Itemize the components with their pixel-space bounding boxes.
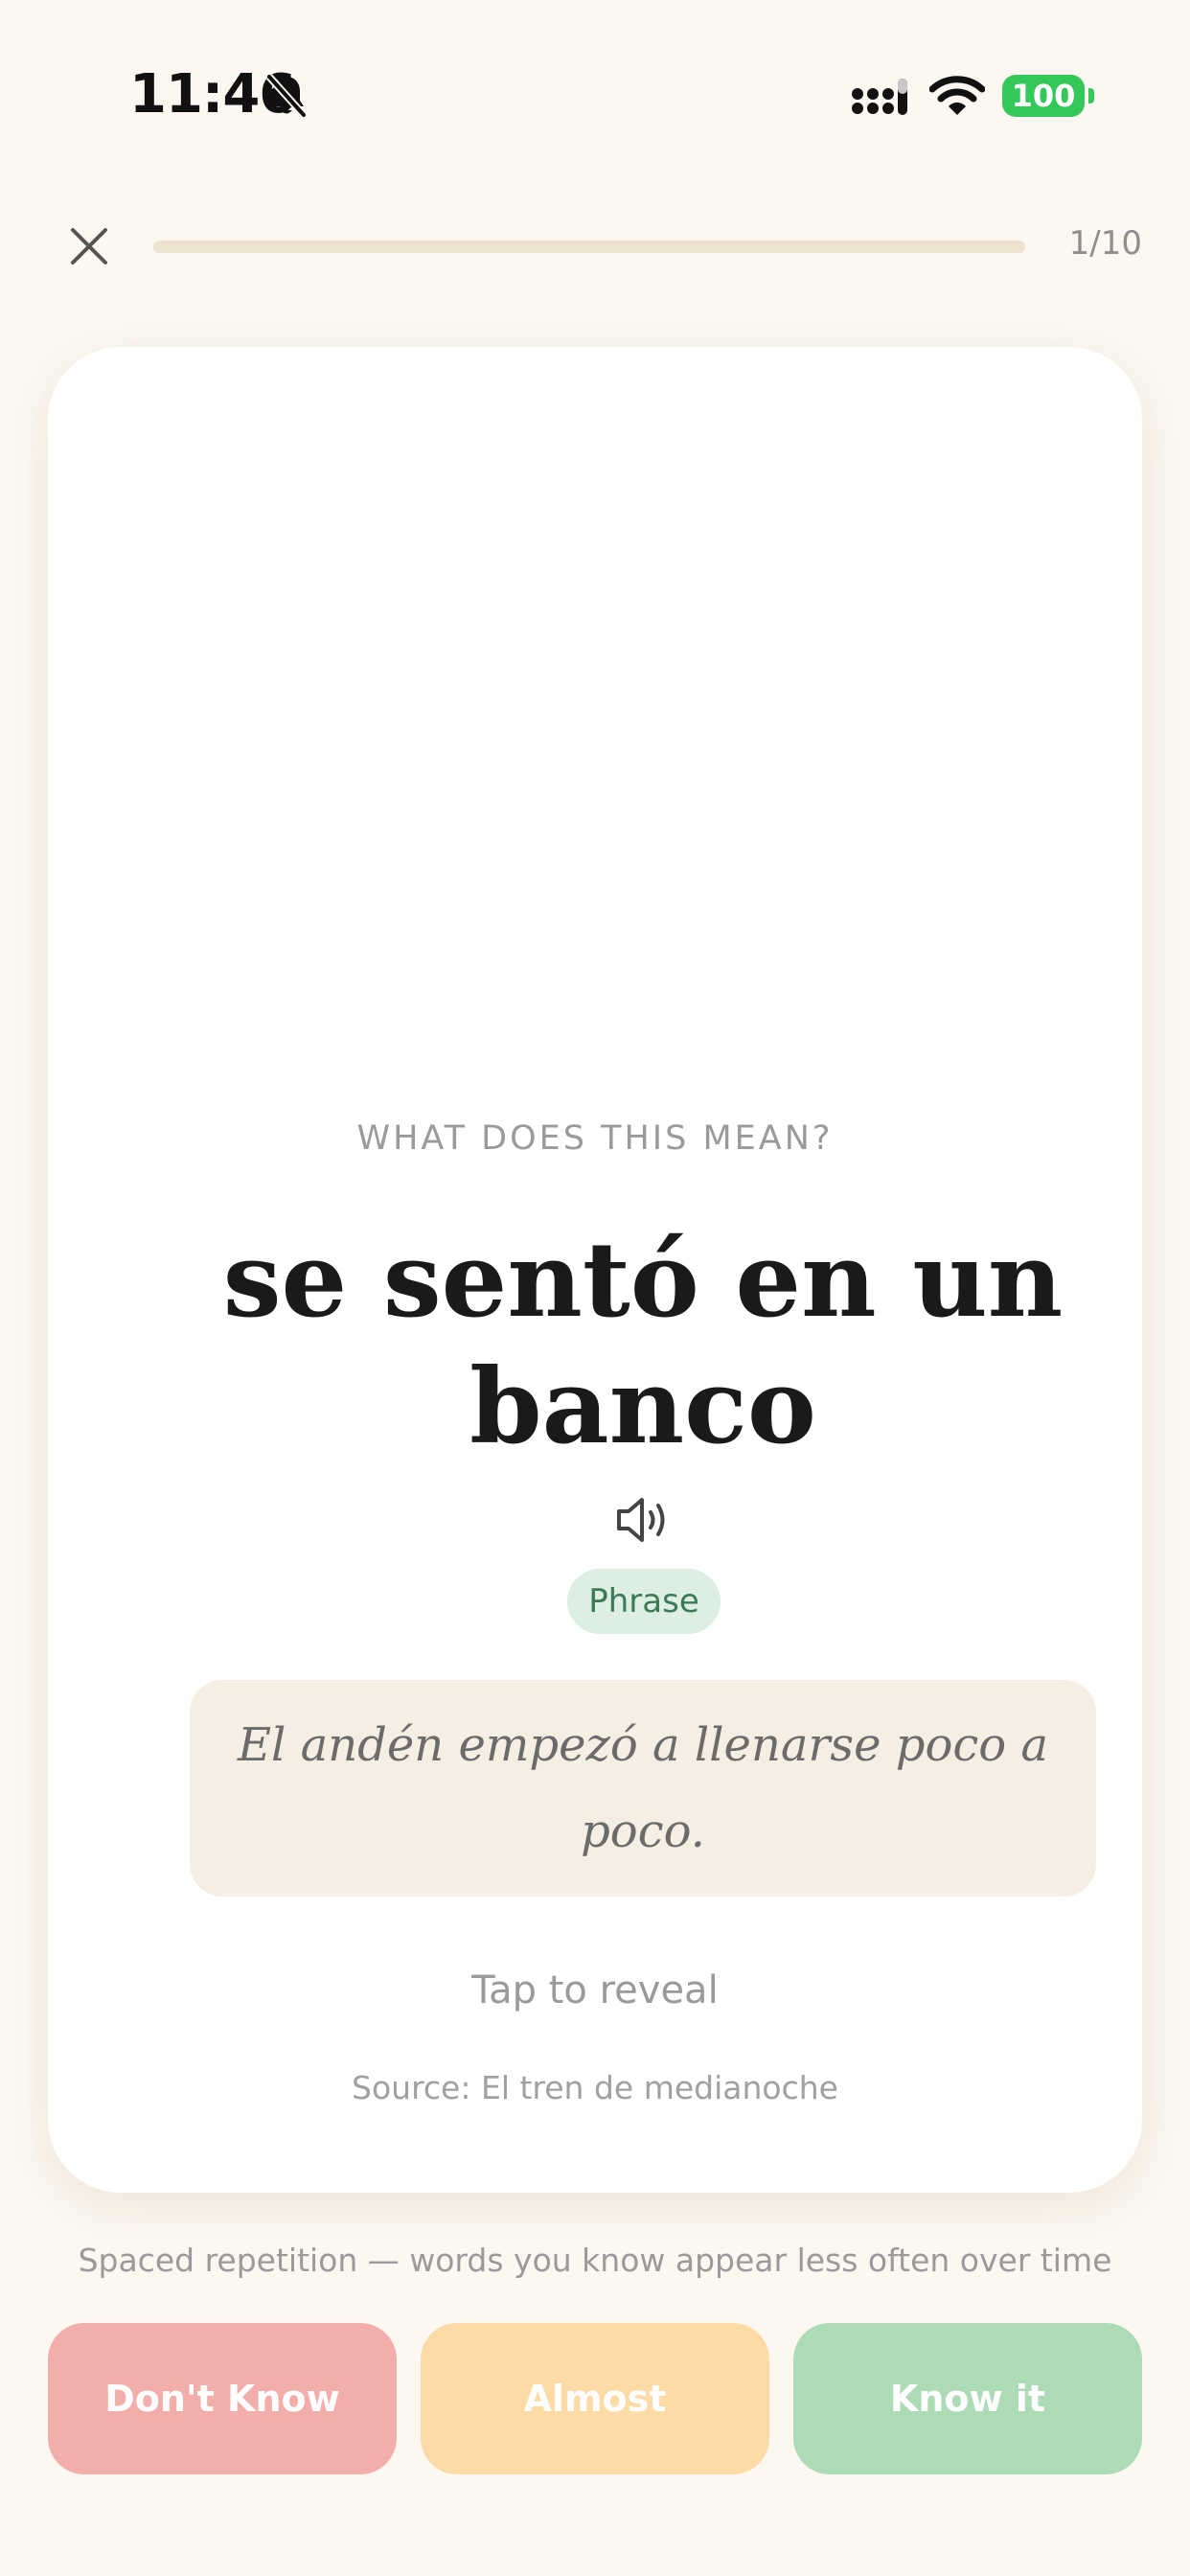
example-sentence: El andén empezó a llenarse poco a poco. bbox=[237, 1718, 1049, 1858]
spaced-repetition-hint: Spaced repetition — words you know appea… bbox=[78, 2242, 1112, 2279]
progress-bar bbox=[153, 241, 1025, 253]
close-button[interactable] bbox=[56, 213, 123, 280]
card-prompt: WHAT DOES THIS MEAN? bbox=[356, 1119, 834, 1158]
bell-off-icon bbox=[266, 74, 307, 118]
progress-count: 1/10 bbox=[1068, 224, 1142, 263]
tap-to-reveal[interactable]: Tap to reveal bbox=[48, 1968, 1142, 2012]
card-source: Source: El tren de medianoche bbox=[352, 2069, 838, 2106]
close-icon bbox=[71, 228, 107, 264]
wifi-icon bbox=[929, 76, 985, 115]
know-it-button[interactable]: Know it bbox=[793, 2323, 1142, 2474]
battery-nub bbox=[1088, 88, 1094, 104]
card-term: se sentó en un banco bbox=[222, 1220, 1064, 1467]
type-badge: Phrase bbox=[567, 1569, 721, 1634]
dont-know-button[interactable]: Don't Know bbox=[48, 2323, 397, 2474]
speaker-icon bbox=[617, 1498, 665, 1542]
audio-button[interactable] bbox=[611, 1491, 675, 1549]
battery-indicator: 100 bbox=[1002, 75, 1085, 117]
status-bar: 11:46 100 bbox=[0, 0, 1190, 192]
example-sentence-box: El andén empezó a llenarse poco a poco. bbox=[190, 1680, 1096, 1897]
signal-icon bbox=[852, 79, 907, 115]
almost-button[interactable]: Almost bbox=[421, 2323, 769, 2474]
flashcard[interactable]: WHAT DOES THIS MEAN? se sentó en un banc… bbox=[48, 347, 1142, 2193]
